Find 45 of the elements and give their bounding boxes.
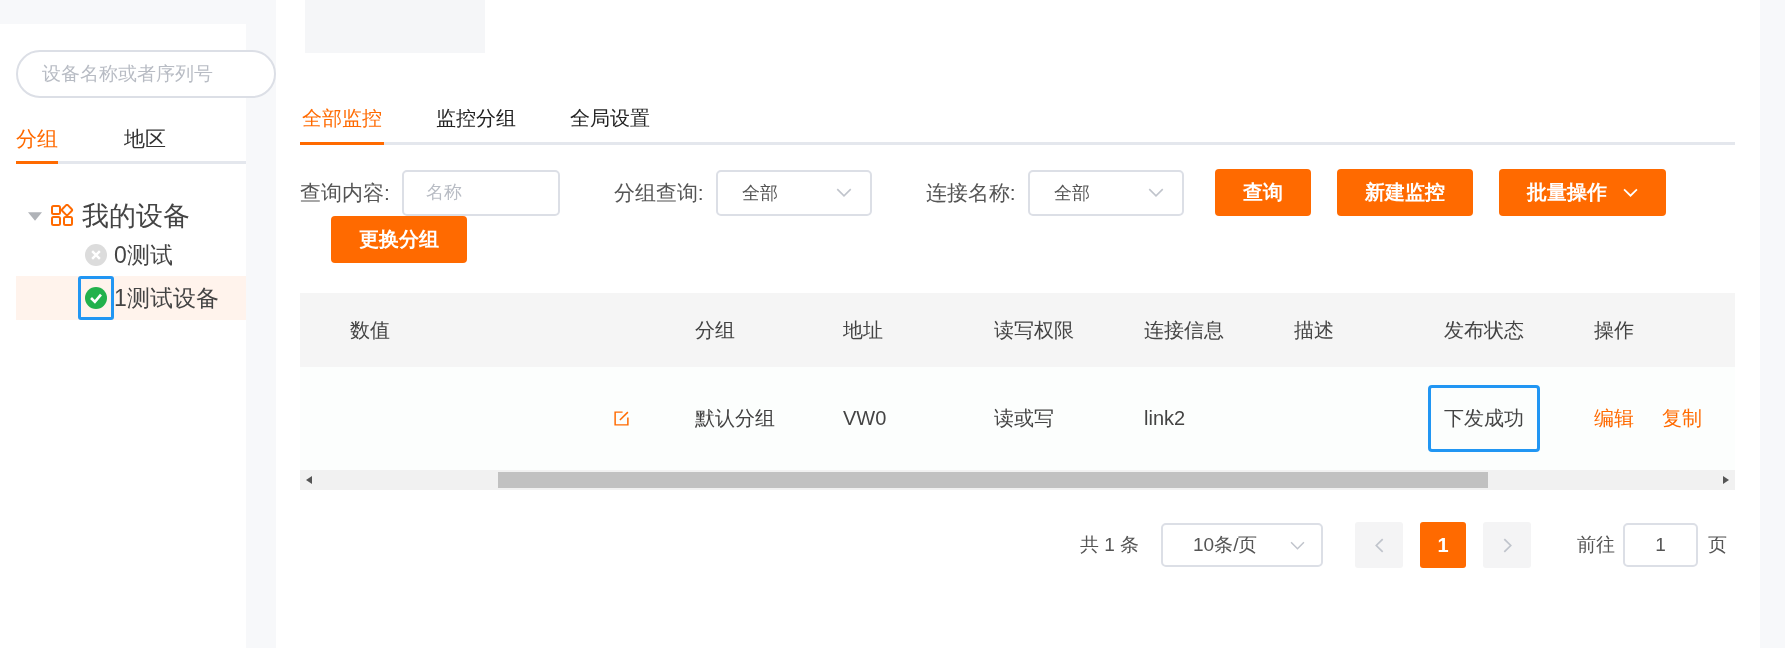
column-header: 数值 — [350, 318, 390, 341]
tree-node-label[interactable]: 我的设备 — [82, 198, 190, 234]
scroll-right-icon[interactable] — [1723, 476, 1729, 484]
chevron-down-icon — [835, 188, 852, 197]
table-cell: 读或写 — [994, 407, 1054, 429]
edit-icon[interactable] — [613, 410, 630, 427]
filter-label: 连接名称: — [925, 179, 1016, 206]
table-cell: 默认分组 — [695, 407, 775, 429]
search-field[interactable]: 设备名称或者序列号 — [16, 50, 276, 98]
device-item[interactable]: 0测试 — [16, 234, 246, 276]
column-header: 地址 — [843, 318, 883, 341]
caret-icon[interactable] — [28, 211, 42, 221]
table-cell: link2 — [1144, 407, 1186, 429]
name-field[interactable]: 名称 — [401, 169, 560, 216]
chevron-down-icon — [1147, 188, 1164, 197]
filter-label: 分组查询: — [613, 179, 704, 206]
device-item[interactable]: 1测试设备 — [16, 276, 246, 320]
page-suffix: 页 — [1708, 533, 1727, 557]
tab[interactable]: 监控分组 — [434, 95, 518, 145]
column-header: 分组 — [695, 318, 735, 341]
chevron-down-icon — [1622, 188, 1638, 197]
horizontal-scrollbar[interactable] — [300, 470, 1735, 490]
next-page-button[interactable] — [1483, 522, 1531, 568]
column-header: 描述 — [1294, 318, 1334, 341]
page-input[interactable]: 1 — [1623, 523, 1698, 567]
chevron-down-icon — [1290, 540, 1305, 550]
column-header: 连接信息 — [1144, 318, 1224, 341]
goto-label: 前往 — [1577, 533, 1615, 557]
filter-label: 查询内容: — [300, 179, 390, 206]
column-header: 操作 — [1594, 318, 1634, 341]
total-count: 共 1 条 — [1079, 533, 1139, 557]
previous-page-button[interactable] — [1355, 522, 1403, 568]
chevron-right-icon — [1502, 537, 1512, 553]
grid-icon — [50, 204, 74, 228]
table-cell: VW0 — [843, 407, 887, 429]
scroll-left-icon[interactable] — [306, 476, 312, 484]
tab[interactable]: 全局设置 — [568, 95, 652, 145]
column-header: 发布状态 — [1444, 318, 1524, 341]
status-cell: 下发成功 — [1428, 385, 1540, 452]
chevron-left-icon — [1374, 537, 1384, 553]
page-size-select[interactable]: 10条/页 — [1161, 523, 1323, 567]
dropdown-select[interactable]: 全部 — [1027, 169, 1184, 216]
sidebar-tab[interactable]: 地区 — [124, 116, 166, 164]
dropdown-select[interactable]: 全部 — [715, 169, 872, 216]
column-header: 读写权限 — [994, 318, 1074, 341]
